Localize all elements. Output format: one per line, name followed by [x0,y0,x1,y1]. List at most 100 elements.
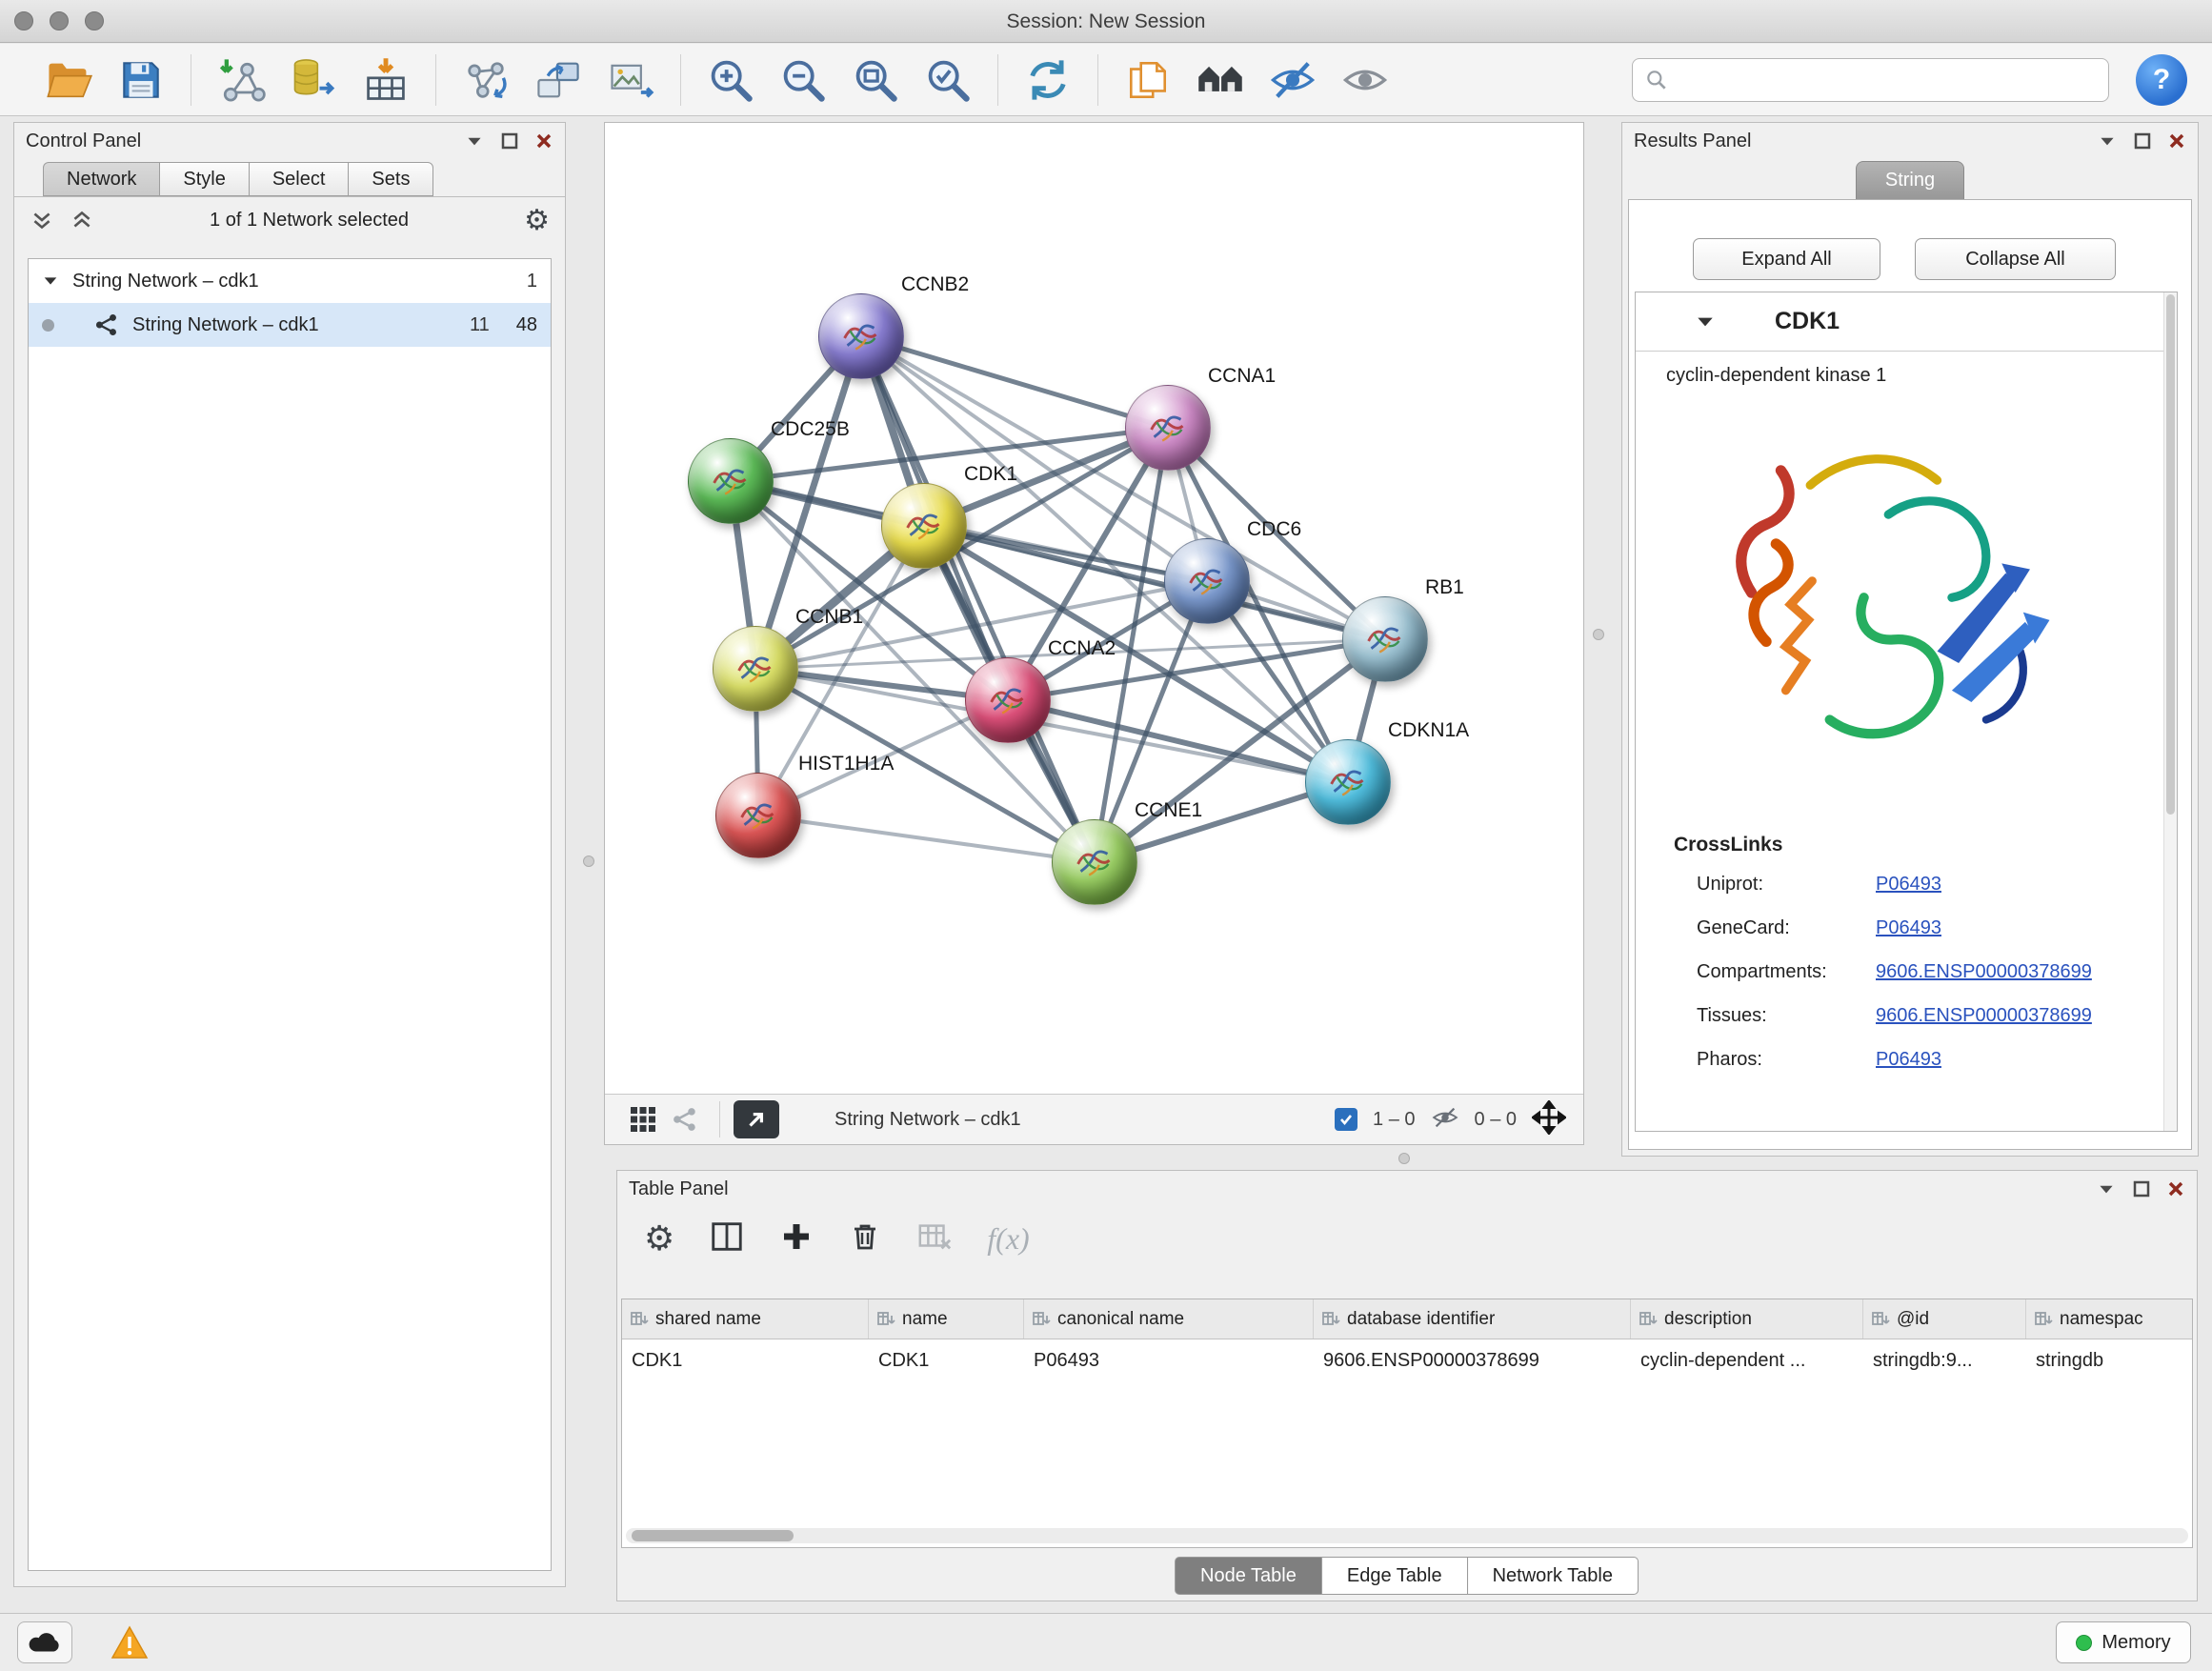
birds-eye-view-icon[interactable] [622,1100,664,1138]
column-header-namespace[interactable]: namespac [2026,1299,2192,1339]
column-header-shared-name[interactable]: shared name [622,1299,869,1339]
add-column-icon[interactable] [779,1219,814,1258]
table-horizontal-scrollbar[interactable] [626,1528,2188,1543]
warnings-button[interactable] [107,1621,152,1663]
table-row[interactable]: CDK1 CDK1 P06493 9606.ENSP00000378699 cy… [622,1339,2192,1381]
window-zoom-button[interactable] [85,11,104,30]
network-nodes-layer: CCNB2CCNA1CDC25BCDK1CDC6RB1CCNB1CCNA2CDK… [605,123,1583,1094]
zoom-out-button[interactable] [775,52,831,108]
copy-documents-button[interactable] [1120,52,1176,108]
cell-description[interactable]: cyclin-dependent ... [1631,1339,1863,1381]
open-session-button[interactable] [41,52,96,108]
panel-collapse-icon[interactable] [464,131,485,151]
network-row[interactable]: String Network – cdk1 11 48 [29,303,551,347]
panel-close-icon[interactable] [2166,1179,2185,1198]
zoom-in-button[interactable] [703,52,758,108]
column-header-database-identifier[interactable]: database identifier [1314,1299,1631,1339]
network-node-CCNA1[interactable] [1125,385,1211,471]
expand-all-button[interactable]: Expand All [1693,238,1880,280]
import-table-button[interactable] [358,52,413,108]
right-splitter-handle[interactable] [1593,629,1604,640]
tab-network-table[interactable]: Network Table [1467,1557,1639,1595]
column-header-description[interactable]: description [1631,1299,1863,1339]
cloud-status-button[interactable] [17,1621,72,1663]
tab-network[interactable]: Network [43,162,160,196]
memory-button[interactable]: Memory [2056,1621,2191,1663]
panel-float-icon[interactable] [2132,1179,2151,1198]
uniprot-link[interactable]: P06493 [1876,874,1941,896]
network-collection-row[interactable]: String Network – cdk1 1 [29,259,551,303]
bottom-splitter-handle[interactable] [1398,1153,1410,1164]
genecard-link[interactable]: P06493 [1876,917,1941,939]
collapse-all-button[interactable]: Collapse All [1915,238,2116,280]
pharos-link[interactable]: P06493 [1876,1049,1941,1071]
network-node-CCNA2[interactable] [965,657,1051,743]
network-node-RB1[interactable] [1342,596,1428,682]
import-network-from-file-button[interactable] [213,52,269,108]
column-header-name[interactable]: name [869,1299,1024,1339]
new-network-button[interactable] [458,52,513,108]
panel-float-icon[interactable] [2133,131,2152,151]
cell-database-identifier[interactable]: 9606.ENSP00000378699 [1314,1339,1631,1381]
import-network-from-database-button[interactable] [286,52,341,108]
collapse-all-networks-icon[interactable] [30,208,54,232]
show-columns-icon[interactable] [709,1218,745,1259]
search-input[interactable] [1677,70,2108,91]
cell-name[interactable]: CDK1 [869,1339,1024,1381]
compartments-link[interactable]: 9606.ENSP00000378699 [1876,961,2092,983]
network-canvas[interactable]: CCNB2CCNA1CDC25BCDK1CDC6RB1CCNB1CCNA2CDK… [605,123,1583,1094]
window-close-button[interactable] [14,11,33,30]
refresh-button[interactable] [1020,52,1076,108]
cell-namespace[interactable]: stringdb [2026,1339,2192,1381]
delete-column-icon[interactable] [848,1219,882,1258]
network-node-CDK1[interactable] [881,483,967,569]
network-node-HIST1H1A[interactable] [715,773,801,858]
tab-node-table[interactable]: Node Table [1175,1557,1322,1595]
open-in-window-button[interactable] [734,1100,779,1138]
panel-close-icon[interactable] [534,131,553,151]
network-node-CDC6[interactable] [1164,538,1250,624]
zoom-selected-button[interactable] [920,52,975,108]
network-options-gear-icon[interactable]: ⚙ [524,204,550,237]
hidden-eye-icon[interactable] [1431,1103,1459,1137]
column-header-canonical-name[interactable]: canonical name [1024,1299,1314,1339]
cell-canonical-name[interactable]: P06493 [1024,1339,1314,1381]
network-node-CDKN1A[interactable] [1305,739,1391,825]
panel-collapse-icon[interactable] [2096,1178,2117,1199]
clone-network-button[interactable] [531,52,586,108]
first-neighbors-button[interactable] [1193,52,1248,108]
pan-crosshair-icon[interactable] [1532,1100,1566,1139]
card-scrollbar[interactable] [2163,292,2177,1131]
left-splitter-handle[interactable] [583,856,594,867]
tab-select[interactable]: Select [249,162,350,196]
tab-string[interactable]: String [1856,161,1964,199]
network-node-CCNE1[interactable] [1052,819,1137,905]
cell-shared-name[interactable]: CDK1 [622,1339,869,1381]
zoom-fit-button[interactable] [848,52,903,108]
table-settings-gear-icon[interactable]: ⚙ [644,1219,674,1258]
hide-selected-button[interactable] [1265,52,1320,108]
network-graph-icon[interactable] [664,1100,706,1138]
network-node-CDC25B[interactable] [688,438,774,524]
selected-nodes-checkbox-icon[interactable] [1335,1108,1357,1131]
panel-close-icon[interactable] [2167,131,2186,151]
column-header-id[interactable]: @id [1863,1299,2026,1339]
expand-all-networks-icon[interactable] [70,208,94,232]
tree-expand-icon[interactable] [42,272,59,290]
tissues-link[interactable]: 9606.ENSP00000378699 [1876,1005,2092,1027]
save-session-button[interactable] [113,52,169,108]
show-all-button[interactable] [1337,52,1393,108]
panel-float-icon[interactable] [500,131,519,151]
toolbar-search-box[interactable] [1632,58,2109,102]
cell-id[interactable]: stringdb:9... [1863,1339,2026,1381]
network-node-CCNB2[interactable] [818,293,904,379]
help-button[interactable]: ? [2136,54,2187,106]
export-image-button[interactable] [603,52,658,108]
tab-sets[interactable]: Sets [348,162,433,196]
tab-style[interactable]: Style [159,162,249,196]
tab-edge-table[interactable]: Edge Table [1321,1557,1468,1595]
window-minimize-button[interactable] [50,11,69,30]
network-node-CCNB1[interactable] [713,626,798,712]
card-collapse-icon[interactable] [1695,312,1716,332]
panel-collapse-icon[interactable] [2097,131,2118,151]
